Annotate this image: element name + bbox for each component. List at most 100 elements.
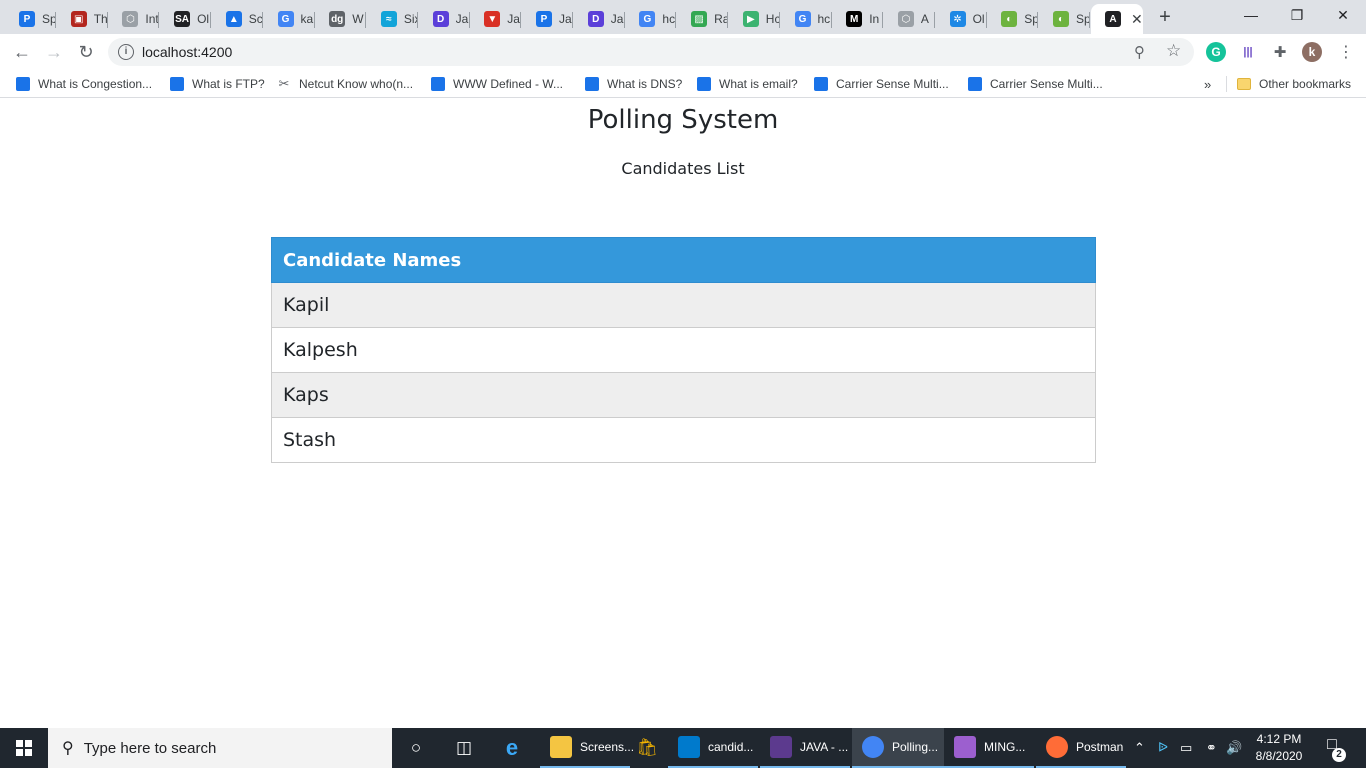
menu-kebab-icon[interactable]: ⋮ <box>1334 40 1358 64</box>
tab-title: Sp <box>1024 12 1039 26</box>
battery-icon[interactable]: ▭ <box>1180 728 1192 768</box>
browser-tab[interactable]: dg W <box>315 4 367 34</box>
wave-icon[interactable]: ||| <box>1238 42 1258 62</box>
browser-tab[interactable]: SA Ol <box>160 4 212 34</box>
taskbar-app[interactable]: Screens... <box>540 728 634 768</box>
info-icon[interactable]: i <box>118 44 134 60</box>
browser-tab[interactable]: M In <box>832 4 884 34</box>
bookmark-item[interactable]: ✂ Netcut Know who(n... <box>277 76 414 92</box>
browser-tab[interactable]: Gka <box>264 4 315 34</box>
bookmark-favicon-icon <box>814 77 828 91</box>
bookmark-label: What is DNS? <box>607 77 683 91</box>
favicon-icon: G <box>277 11 294 27</box>
zoom-icon[interactable]: ⚲ <box>1134 43 1145 61</box>
system-clock[interactable]: 4:12 PM 8/8/2020 <box>1244 731 1314 765</box>
tab-title: Th <box>93 12 108 26</box>
app-label: Polling... <box>892 740 939 754</box>
taskbar-app[interactable]: Polling... <box>852 728 944 768</box>
start-button[interactable] <box>0 728 48 768</box>
page-content: Polling System Candidates List Candidate… <box>0 99 1366 728</box>
tab-title: In <box>869 12 880 26</box>
browser-tab[interactable]: ▲ Sc <box>212 4 263 34</box>
candidates-table: Candidate Names Kapil Kalpesh Kaps Stash <box>271 237 1096 463</box>
store-icon[interactable]: 🛍 <box>632 728 662 768</box>
forward-icon[interactable]: → <box>42 40 66 64</box>
bookmarks-overflow-icon[interactable]: » <box>1204 76 1211 92</box>
taskbar-search[interactable]: ⚲ Type here to search <box>48 728 392 768</box>
puzzle-icon[interactable]: ✚ <box>1270 42 1290 62</box>
bookmark-favicon-icon <box>170 77 184 91</box>
taskbar-app[interactable]: JAVA - ... <box>760 728 850 768</box>
reload-icon[interactable]: ↻ <box>74 40 98 64</box>
browser-tab[interactable]: ▨ Ra <box>677 4 729 34</box>
favicon-icon: G <box>639 11 656 27</box>
minimize-icon[interactable]: — <box>1228 0 1274 30</box>
tab-title: A <box>920 12 929 26</box>
bookmark-item[interactable]: What is DNS? <box>585 76 682 92</box>
bluetooth-icon[interactable]: ᐉ <box>1158 728 1168 768</box>
tab-active[interactable]: A ✕ <box>1091 4 1143 34</box>
browser-tab[interactable]: ▣ Th <box>57 4 108 34</box>
other-bookmarks[interactable]: Other bookmarks <box>1237 76 1351 92</box>
tab-title: hc <box>817 12 831 26</box>
search-icon: ⚲ <box>62 740 74 757</box>
tab-title: Ol <box>972 12 985 26</box>
close-window-icon[interactable]: ✕ <box>1320 0 1366 30</box>
browser-tab[interactable]: ⬡ Int <box>108 4 160 34</box>
browser-tab[interactable]: ⬡ A <box>884 4 935 34</box>
profile-icon[interactable]: k <box>1302 42 1322 62</box>
browser-tab[interactable]: ≈ Six <box>367 4 418 34</box>
bookmark-item[interactable]: What is FTP? <box>170 76 265 92</box>
wifi-icon[interactable]: ⚭ <box>1206 728 1217 768</box>
browser-tab[interactable]: ◐ Sp <box>987 4 1039 34</box>
taskbar-app[interactable]: candid... <box>668 728 758 768</box>
browser-tab[interactable]: P Ja <box>522 4 573 34</box>
url-text[interactable]: localhost:4200 <box>142 44 232 60</box>
grammarly-icon[interactable]: G <box>1206 42 1226 62</box>
bookmark-item[interactable]: Carrier Sense Multi... <box>814 76 949 92</box>
tab-title: Sp <box>1076 12 1090 26</box>
taskbar-app[interactable]: MING... <box>944 728 1034 768</box>
bookmark-star-icon[interactable]: ☆ <box>1166 41 1181 61</box>
browser-tab[interactable]: D Ja <box>574 4 625 34</box>
tab-title: Sp <box>42 12 56 26</box>
table-row: Kalpesh <box>271 327 1096 373</box>
back-icon[interactable]: ← <box>10 40 34 64</box>
address-bar[interactable]: i localhost:4200 ⚲ ☆ <box>108 38 1194 66</box>
browser-tab[interactable]: Ghc <box>625 4 677 34</box>
volume-icon[interactable]: 🔊 <box>1226 728 1242 768</box>
tray-chevron-icon[interactable]: ⌃ <box>1134 728 1145 768</box>
clock-date: 8/8/2020 <box>1255 749 1303 763</box>
bookmark-favicon-icon <box>431 77 445 91</box>
bookmark-item[interactable]: Carrier Sense Multi... <box>968 76 1103 92</box>
candidate-name-cell: Kalpesh <box>271 327 1096 373</box>
close-tab-icon[interactable]: ✕ <box>1131 11 1143 28</box>
taskbar: ⚲ Type here to search ○ ◫ e Screens... ca… <box>0 728 1366 768</box>
browser-tab[interactable]: Ghc <box>781 4 832 34</box>
bookmark-item[interactable]: WWW Defined - W... <box>431 76 563 92</box>
browser-tab[interactable]: ◐ Sp <box>1039 4 1090 34</box>
restore-icon[interactable]: ❐ <box>1274 0 1320 30</box>
browser-tab[interactable]: ▶ Hc <box>729 4 780 34</box>
tab-title: ka <box>300 12 314 26</box>
bookmark-item[interactable]: What is Congestion... <box>16 76 152 92</box>
browser-tab[interactable]: ▼ Ja <box>470 4 522 34</box>
task-view-icon[interactable]: ◫ <box>448 728 480 768</box>
new-tab-button[interactable]: + <box>1154 6 1176 28</box>
notifications-icon[interactable]: □ 2 <box>1320 736 1346 762</box>
browser-tab[interactable]: D Ja <box>419 4 470 34</box>
taskbar-app[interactable]: Postman <box>1036 728 1126 768</box>
app-label: Postman <box>1076 740 1124 754</box>
page-subtitle: Candidates List <box>621 159 745 178</box>
bookmark-item[interactable]: What is email? <box>697 76 798 92</box>
edge-icon[interactable]: e <box>496 728 528 768</box>
bookmark-label: Netcut Know who(n... <box>299 77 414 91</box>
bookmark-label: WWW Defined - W... <box>453 77 564 91</box>
browser-tab[interactable]: ✲ Ol <box>936 4 987 34</box>
bookmark-label: Carrier Sense Multi... <box>836 77 949 91</box>
column-header-candidate-names: Candidate Names <box>271 237 1096 283</box>
cortana-icon[interactable]: ○ <box>400 728 432 768</box>
app-label: Screens... <box>580 740 635 754</box>
browser-tab[interactable]: P Sp <box>5 4 56 34</box>
bookmark-favicon-icon <box>697 77 711 91</box>
